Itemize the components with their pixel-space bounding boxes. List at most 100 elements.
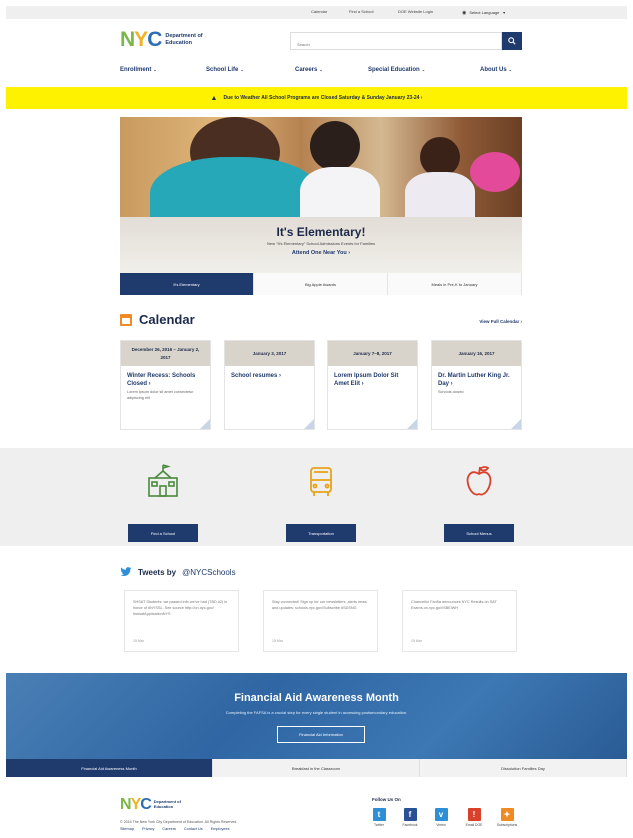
nav-item-label: Special Education	[368, 67, 420, 73]
transportation-button[interactable]: Transportation	[286, 524, 356, 542]
social-vimeo[interactable]: v Vimeo	[428, 808, 454, 827]
utility-bar: Calendar Find a School DOE Website Login…	[6, 6, 627, 19]
tweet-time: 15 Mar	[133, 639, 144, 643]
chevron-down-icon: ⌄	[240, 67, 244, 72]
calendar-card[interactable]: December 26, 2016 – January 2, 2017 Wint…	[120, 340, 211, 430]
calendar-card-date: January 16, 2017	[432, 341, 521, 366]
twitter-icon: t	[372, 808, 386, 821]
school-menus-button[interactable]: School Menus	[444, 524, 514, 542]
utility-link-find-school[interactable]: Find a School	[349, 9, 373, 14]
footer-link-contact[interactable]: Contact Us	[184, 827, 203, 831]
tweets-handle[interactable]: @NYCSchools	[182, 568, 235, 577]
tweet-card[interactable]: Stay connected! Sign up for our newslett…	[263, 590, 378, 652]
calendar-header: Calendar View Full Calendar ›	[120, 312, 522, 332]
calendar-icon	[120, 314, 132, 326]
hero-cta-link[interactable]: Attend One Near You ›	[120, 250, 522, 256]
calendar-card[interactable]: January 16, 2017 Dr. Martin Luther King …	[431, 340, 522, 430]
calendar-card-date: January 3, 2017	[225, 341, 314, 366]
alert-banner[interactable]: ▲ Due to Weather All School Programs are…	[6, 87, 627, 109]
hero-tab-big-apple-awards[interactable]: Big Apple Awards	[254, 273, 388, 295]
facebook-icon: f	[403, 808, 417, 821]
footer-link-privacy[interactable]: Privacy	[142, 827, 154, 831]
calendar-cards: December 26, 2016 – January 2, 2017 Wint…	[120, 340, 522, 430]
footer-link-employees[interactable]: Employees	[211, 827, 230, 831]
tweet-card[interactable]: Chancellor Fariña announces NYC Results …	[402, 590, 517, 652]
find-school-button[interactable]: Find a School	[128, 524, 198, 542]
promo-title: Financial Aid Awareness Month	[234, 692, 399, 704]
calendar-title: Calendar	[139, 312, 195, 327]
chevron-down-icon: ⌄	[153, 67, 157, 72]
logo-dept-text: Department of Education	[165, 33, 203, 46]
tweet-time: 15 Mar	[272, 639, 283, 643]
footer-logo-dept: Department of Education	[153, 799, 181, 809]
alert-text: Due to Weather All School Programs are C…	[223, 95, 423, 101]
calendar-card-title[interactable]: Lorem Ipsum Dolor Sit Amet Elit ›	[328, 366, 417, 388]
hero-carousel: It's Elementary! New "It's Elementary" S…	[120, 117, 522, 295]
nav-item-enrollment[interactable]: Enrollment ⌄	[120, 67, 157, 73]
calendar-card[interactable]: January 3, 2017 School resumes ›	[224, 340, 315, 430]
school-bus-icon	[310, 467, 332, 496]
financial-aid-info-button[interactable]: Financial Aid Information	[277, 726, 365, 743]
promo-tab-families-day[interactable]: Dissolution Families Day	[420, 759, 627, 777]
copyright-text: © 2016 The New York City Department of E…	[120, 820, 238, 824]
tweet-text: Stay connected! Sign up for our newslett…	[272, 600, 367, 611]
tweet-card[interactable]: SHSAT Students: we passed info we've had…	[124, 590, 239, 652]
logo-letter-n: N	[120, 28, 135, 51]
hero-image	[120, 117, 522, 237]
calendar-card-title[interactable]: School resumes ›	[225, 366, 314, 381]
search-icon	[508, 37, 516, 45]
promo-tabs: Financial Aid Awareness Month Breakfast …	[6, 759, 627, 777]
hero-subtitle: New "It's Elementary" School Admissions …	[266, 241, 376, 246]
hero-tab-its-elementary[interactable]: It's Elementary	[120, 273, 254, 295]
card-corner-fold	[407, 419, 417, 429]
page: Calendar Find a School DOE Website Login…	[0, 0, 633, 838]
calendar-card-desc: Lorem ipsum dolor sit amet consectetur a…	[127, 390, 194, 400]
nav-item-label: School Life	[206, 67, 239, 73]
view-full-calendar-link[interactable]: View Full Calendar ›	[479, 319, 522, 324]
language-select-label: Select Language	[469, 10, 500, 15]
hero-tab-meals[interactable]: Meals in Pre-K to January	[388, 273, 522, 295]
nav-item-special-education[interactable]: Special Education ⌄	[368, 67, 425, 73]
footer-logo[interactable]: N Y C Department of Education	[120, 797, 184, 813]
social-twitter[interactable]: t Twitter	[366, 808, 392, 827]
card-corner-fold	[200, 419, 210, 429]
vimeo-icon: v	[434, 808, 448, 821]
hero-tabs: It's Elementary Big Apple Awards Meals i…	[120, 273, 522, 295]
utility-link-calendar[interactable]: Calendar	[311, 9, 327, 14]
quick-links-section: Find a School Transportation School Menu…	[0, 448, 633, 546]
footer-link-sitemap[interactable]: Sitemap	[120, 827, 134, 831]
follow-us-title: Follow Us On	[372, 797, 401, 802]
social-subscriptions[interactable]: ✦ Subscriptions	[494, 808, 520, 827]
chevron-down-icon: ⌄	[421, 67, 426, 72]
search-box	[290, 32, 502, 53]
nav-item-about-us[interactable]: About Us ⌄	[480, 67, 512, 73]
utility-link-login[interactable]: DOE Website Login	[398, 9, 433, 14]
social-label: Facebook	[402, 823, 418, 827]
calendar-card-title[interactable]: Winter Recess: Schools Closed ›	[121, 366, 210, 388]
rss-icon: ✦	[500, 808, 514, 821]
social-facebook[interactable]: f Facebook	[397, 808, 423, 827]
language-select[interactable]: ◉ Select Language ▼	[458, 8, 510, 17]
promo-tab-financial-aid[interactable]: Financial Aid Awareness Month	[6, 759, 213, 777]
social-label: Subscriptions	[496, 823, 518, 827]
globe-icon: ◉	[462, 9, 467, 16]
search-input[interactable]	[291, 36, 481, 53]
promo-tab-breakfast[interactable]: Breakfast in the Classroom	[213, 759, 420, 777]
apple-icon	[466, 466, 492, 496]
calendar-card-title[interactable]: Dr. Martin Luther King Jr. Day ›	[432, 366, 521, 388]
social-email[interactable]: ! Email DOE	[461, 808, 487, 827]
logo-letter-y: Y	[134, 28, 148, 51]
nav-item-careers[interactable]: Careers ⌄	[295, 67, 323, 73]
nyc-doe-logo[interactable]: N Y C Department of Education	[120, 29, 205, 50]
calendar-card[interactable]: January 7–8, 2017 Lorem Ipsum Dolor Sit …	[327, 340, 418, 430]
footer-link-careers[interactable]: Careers	[162, 827, 176, 831]
logo-letter-n: N	[120, 796, 132, 813]
tweets-title: Tweets by	[138, 567, 177, 577]
twitter-bird-icon	[120, 567, 132, 577]
search-button[interactable]	[502, 32, 522, 50]
nav-item-school-life[interactable]: School Life ⌄	[206, 67, 244, 73]
social-label: Email DOE	[465, 823, 483, 827]
logo-letter-c: C	[140, 796, 152, 813]
nav-item-label: Enrollment	[120, 67, 152, 73]
quick-link-transportation: Transportation	[286, 462, 356, 542]
